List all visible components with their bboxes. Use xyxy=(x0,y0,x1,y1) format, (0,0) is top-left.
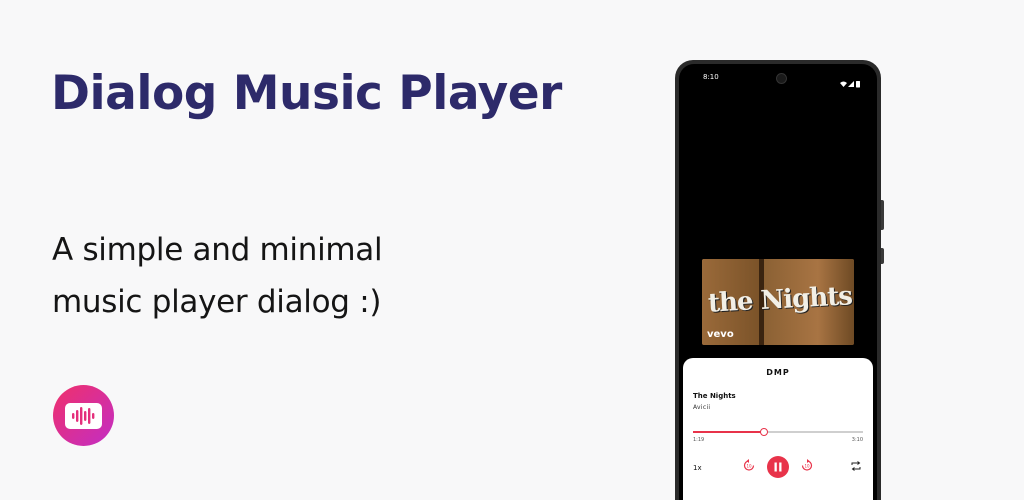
repeat-icon[interactable] xyxy=(850,460,862,472)
music-player-dialog: DMP The Nights Avicii 1:19 3:10 1x 10 10 xyxy=(683,358,873,500)
status-time: 8:10 xyxy=(703,73,719,81)
seek-bar-thumb[interactable] xyxy=(760,428,769,436)
phone-volume-button xyxy=(881,200,884,230)
dialog-title: DMP xyxy=(766,368,790,377)
vevo-watermark: vevo xyxy=(707,329,734,340)
pause-button[interactable] xyxy=(767,456,789,478)
tagline-line-1: A simple and minimal xyxy=(52,232,383,268)
playback-speed-button[interactable]: 1x xyxy=(693,464,702,472)
phone-mockup: 8:10 the Nights vevo DMP The Nights Avic… xyxy=(675,60,881,500)
status-icons xyxy=(839,73,861,92)
forward-10-icon[interactable]: 10 xyxy=(801,458,813,472)
front-camera-icon xyxy=(776,73,787,84)
artist-name: Avicii xyxy=(693,404,711,411)
seek-bar[interactable] xyxy=(693,428,863,436)
seek-bar-progress xyxy=(693,431,765,433)
replay-10-icon[interactable]: 10 xyxy=(743,458,755,472)
waveform-bars xyxy=(72,407,95,425)
cellular-signal-icon xyxy=(848,81,854,87)
album-artwork: the Nights vevo xyxy=(702,259,854,345)
app-logo xyxy=(53,385,114,446)
total-duration: 3:10 xyxy=(851,437,863,443)
song-title: The Nights xyxy=(693,392,736,400)
tagline: A simple and minimal music player dialog… xyxy=(52,224,383,328)
waveform-card-icon xyxy=(65,403,102,429)
pause-icon xyxy=(774,462,782,472)
tagline-line-2: music player dialog :) xyxy=(52,284,382,320)
page-title: Dialog Music Player xyxy=(51,66,562,121)
elapsed-time: 1:19 xyxy=(693,437,705,443)
svg-text:10: 10 xyxy=(746,464,752,469)
phone-screen: 8:10 the Nights vevo DMP The Nights Avic… xyxy=(679,64,877,500)
battery-icon xyxy=(856,81,860,88)
wifi-icon xyxy=(840,81,847,87)
svg-text:10: 10 xyxy=(804,464,810,469)
phone-power-button xyxy=(881,248,884,264)
